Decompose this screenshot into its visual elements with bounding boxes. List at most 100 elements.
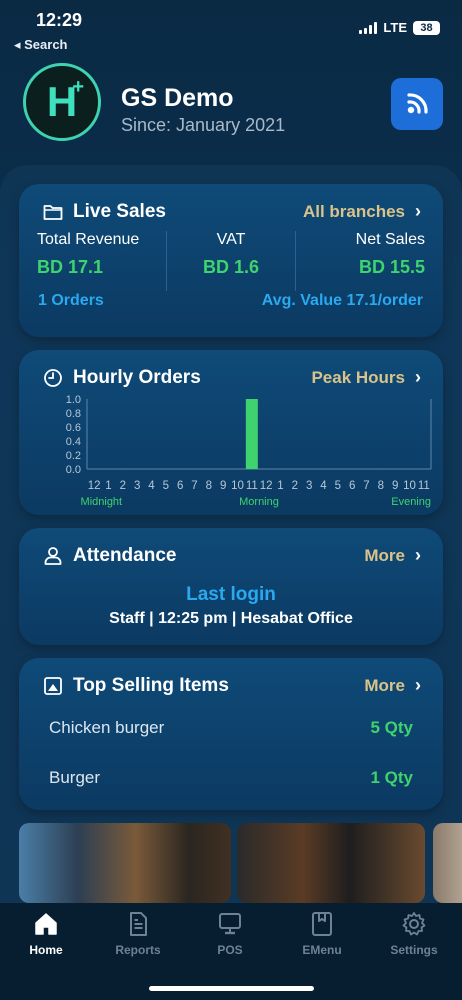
y-tick-label: 1.0 bbox=[66, 394, 81, 406]
total-revenue-label: Total Revenue bbox=[37, 231, 140, 248]
x-tick-label: 10 bbox=[231, 480, 244, 492]
x-tick-label: 9 bbox=[392, 480, 398, 492]
chevron-right-icon: › bbox=[415, 367, 421, 387]
net-sales: Net Sales BD 15.5 bbox=[296, 231, 425, 291]
y-tick-label: 0.6 bbox=[66, 422, 81, 434]
person-icon bbox=[44, 547, 62, 565]
item-qty: 5 Qty bbox=[370, 718, 413, 737]
hourly-orders-card[interactable]: Hourly Orders Peak Hours › 0.0 0.2 0.4 0.6 0… bbox=[19, 350, 443, 515]
x-tick-label: 2 bbox=[120, 480, 126, 492]
x-tick-label: 11 bbox=[246, 480, 258, 492]
top-selling-title: Top Selling Items bbox=[43, 675, 229, 697]
sales-summary: Total Revenue BD 17.1 VAT BD 1.6 Net Sal… bbox=[37, 231, 425, 291]
x-tick-label: 10 bbox=[403, 480, 416, 492]
attendance-title-text: Attendance bbox=[73, 545, 177, 566]
list-item[interactable]: Chicken burger 5 Qty bbox=[49, 718, 413, 738]
vat-value: BD 1.6 bbox=[202, 257, 260, 277]
gear-icon bbox=[402, 912, 426, 936]
x-tick-label: 1 bbox=[277, 480, 283, 492]
x-tick-label: 2 bbox=[292, 480, 298, 492]
y-tick-label: 0.8 bbox=[66, 408, 81, 420]
pos-icon bbox=[219, 913, 241, 935]
chevron-right-icon: › bbox=[415, 675, 421, 695]
back-to-search-link[interactable]: ◂ Search bbox=[14, 37, 68, 53]
tab-pos[interactable]: POS bbox=[184, 911, 276, 957]
tab-emenu[interactable]: EMenu bbox=[276, 911, 368, 957]
vat: VAT BD 1.6 bbox=[165, 231, 297, 291]
attendance-more-link[interactable]: More › bbox=[364, 545, 421, 566]
tab-home[interactable]: Home bbox=[0, 911, 92, 957]
company-logo: H + bbox=[23, 63, 101, 141]
report-icon bbox=[130, 912, 147, 936]
last-login-detail: Staff | 12:25 pm | Hesabat Office bbox=[109, 610, 353, 627]
x-tick-label: 5 bbox=[335, 480, 341, 492]
peak-hours-link[interactable]: Peak Hours › bbox=[311, 367, 421, 388]
banner-image[interactable] bbox=[433, 823, 462, 903]
x-tick-label: 6 bbox=[177, 480, 183, 492]
x-tick-label: 3 bbox=[134, 480, 140, 492]
since-date: Since: January 2021 bbox=[121, 115, 286, 135]
x-tick-label: 8 bbox=[378, 480, 384, 492]
period-label: Midnight bbox=[81, 496, 123, 508]
emenu-icon bbox=[312, 912, 332, 936]
attendance-more-label: More bbox=[364, 545, 405, 565]
battery-icon: 38 bbox=[413, 20, 440, 35]
hourly-orders-chart: 0.00.20.40.60.81.012 1 2 3 4 5 6 7 8 9 10 11 12 1 2 3 4 5… bbox=[66, 394, 432, 508]
last-login-heading: Last login bbox=[186, 584, 276, 605]
net-sales-value: BD 15.5 bbox=[358, 257, 426, 277]
chart-bar bbox=[245, 399, 258, 469]
total-revenue: Total Revenue BD 17.1 bbox=[37, 231, 166, 291]
top-selling-more-label: More bbox=[364, 675, 405, 695]
folder-icon bbox=[43, 205, 63, 220]
status-bar: 12:29 ◂ Search LTE 38 bbox=[0, 0, 462, 60]
banner-image[interactable] bbox=[19, 823, 231, 903]
x-tick-label: 6 bbox=[349, 480, 355, 492]
x-tick-label: 1 bbox=[105, 480, 111, 492]
top-selling-more-link[interactable]: More › bbox=[364, 675, 421, 696]
total-revenue-value: BD 17.1 bbox=[37, 257, 104, 277]
list-item[interactable]: Burger 1 Qty bbox=[49, 768, 413, 788]
all-branches-label: All branches bbox=[302, 201, 405, 221]
x-tick-label: 3 bbox=[306, 480, 312, 492]
x-tick-label: 5 bbox=[163, 480, 169, 492]
home-indicator bbox=[149, 986, 314, 991]
live-sales-title-text: Live Sales bbox=[73, 201, 166, 222]
banner-image[interactable] bbox=[237, 823, 425, 903]
tab-emenu-label: EMenu bbox=[302, 943, 342, 957]
period-label: Evening bbox=[391, 496, 431, 508]
x-tick-label: 9 bbox=[220, 480, 226, 492]
tab-settings[interactable]: Settings bbox=[368, 911, 460, 957]
attendance-card[interactable]: Attendance More › Last login Staff | 12:… bbox=[19, 528, 443, 645]
peak-hours-label: Peak Hours bbox=[311, 367, 405, 387]
live-sales-card[interactable]: Live Sales All branches › Total Revenue … bbox=[19, 184, 443, 337]
x-tick-label: 4 bbox=[320, 480, 327, 492]
chevron-right-icon: › bbox=[415, 201, 421, 221]
item-name: Chicken burger bbox=[49, 718, 165, 737]
status-indicators: LTE 38 bbox=[359, 20, 440, 35]
wifi-icon bbox=[407, 93, 428, 114]
x-tick-label: 7 bbox=[363, 480, 369, 492]
clock-icon bbox=[44, 369, 62, 387]
top-selling-card[interactable]: Top Selling Items More › Chicken burger … bbox=[19, 658, 443, 810]
period-label: Morning bbox=[239, 496, 279, 508]
top-selling-title-text: Top Selling Items bbox=[73, 675, 229, 696]
tab-reports[interactable]: Reports bbox=[92, 911, 184, 957]
y-tick-label: 0.0 bbox=[66, 464, 81, 476]
net-sales-label: Net Sales bbox=[355, 231, 426, 248]
x-tick-label: 12 bbox=[88, 480, 101, 492]
y-tick-label: 0.2 bbox=[66, 450, 81, 462]
orders-count: 1 Orders bbox=[38, 292, 104, 309]
logo-plus: + bbox=[72, 76, 84, 98]
live-sales-title: Live Sales bbox=[43, 201, 166, 223]
x-tick-label: 11 bbox=[418, 480, 430, 492]
company-name: GS Demo bbox=[121, 84, 234, 112]
chevron-right-icon: › bbox=[415, 545, 421, 565]
hourly-orders-title-text: Hourly Orders bbox=[73, 367, 201, 388]
connection-button[interactable] bbox=[391, 78, 443, 130]
average-order-value: Avg. Value 17.1/order bbox=[261, 292, 423, 309]
image-icon bbox=[44, 677, 62, 695]
x-tick-label: 7 bbox=[191, 480, 197, 492]
tab-reports-label: Reports bbox=[115, 943, 161, 957]
home-icon bbox=[35, 913, 57, 935]
all-branches-link[interactable]: All branches › bbox=[303, 201, 421, 222]
